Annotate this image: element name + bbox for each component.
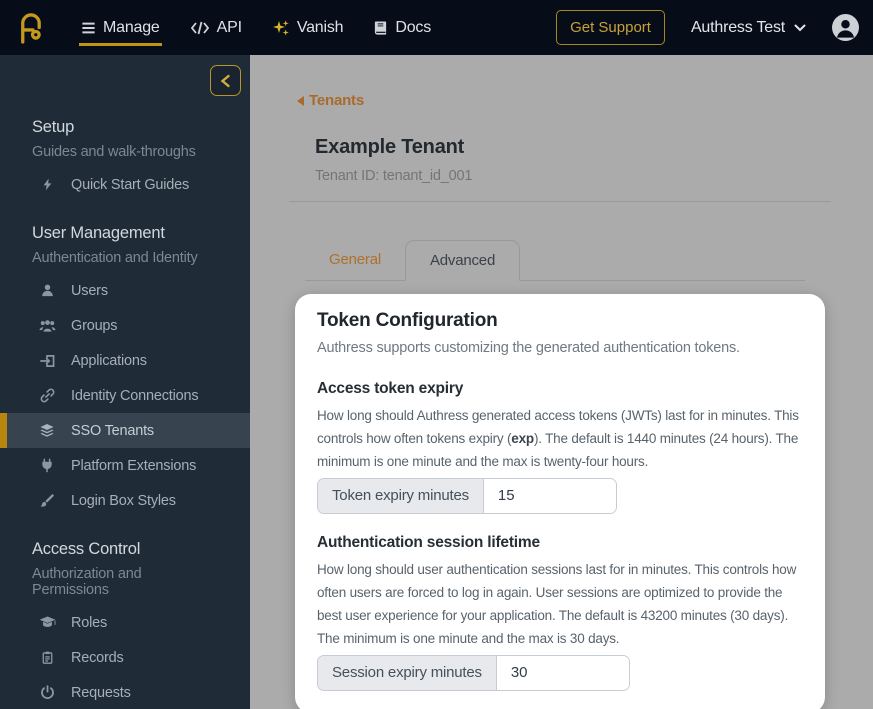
field-heading: Access token expiry xyxy=(317,380,803,398)
breadcrumb-label: Tenants xyxy=(309,92,364,109)
account-name: Authress Test xyxy=(691,19,785,37)
sparkles-icon xyxy=(272,19,290,37)
sidebar-item-login-box-styles[interactable]: Login Box Styles xyxy=(0,483,250,518)
nav-docs-label: Docs xyxy=(395,19,431,37)
sidebar-item-label: Requests xyxy=(71,685,131,701)
avatar-icon xyxy=(832,14,859,41)
layers-icon xyxy=(38,423,56,438)
main-nav: Manage API Vanish xyxy=(81,0,431,55)
code-icon xyxy=(190,21,210,35)
top-navbar: Manage API Vanish xyxy=(0,0,873,55)
sidebar-item-requests[interactable]: Requests xyxy=(0,675,250,709)
sidebar-item-label: SSO Tenants xyxy=(71,423,154,439)
sidebar-section-setup: Setup Guides and walk-throughs Quick Sta… xyxy=(0,118,250,202)
sidebar-item-label: Identity Connections xyxy=(71,388,198,404)
sidebar-item-records[interactable]: Records xyxy=(0,640,250,675)
menu-icon xyxy=(81,21,96,35)
account-menu[interactable]: Authress Test xyxy=(691,19,806,37)
nav-api-label: API xyxy=(217,19,242,37)
authress-logo[interactable] xyxy=(16,11,45,45)
field-heading: Authentication session lifetime xyxy=(317,534,803,552)
book-icon xyxy=(373,20,388,36)
field-description: How long should Authress generated acces… xyxy=(317,404,803,473)
clipboard-icon xyxy=(38,650,56,665)
user-icon xyxy=(38,283,56,298)
field-description: How long should user authentication sess… xyxy=(317,558,803,650)
get-support-button[interactable]: Get Support xyxy=(556,10,665,45)
sidebar-item-identity-connections[interactable]: Identity Connections xyxy=(0,378,250,413)
card-title: Token Configuration xyxy=(317,310,803,332)
authress-logo-icon xyxy=(16,11,45,45)
tab-bar: General Advanced xyxy=(305,240,805,281)
sidebar-item-platform-extensions[interactable]: Platform Extensions xyxy=(0,448,250,483)
sidebar-item-label: Applications xyxy=(71,353,147,369)
sidebar-item-label: Login Box Styles xyxy=(71,493,176,509)
sidebar-item-label: Groups xyxy=(71,318,117,334)
sidebar-item-label: Platform Extensions xyxy=(71,458,196,474)
back-arrow-icon xyxy=(297,96,304,106)
sidebar-item-sso-tenants[interactable]: SSO Tenants xyxy=(0,413,250,448)
breadcrumb-tenants[interactable]: Tenants xyxy=(297,92,364,109)
main-content: Tenants Example Tenant Tenant ID: tenant… xyxy=(250,55,873,709)
session-expiry-input[interactable] xyxy=(497,656,629,690)
sidebar-section-access-control: Access Control Authorization and Permiss… xyxy=(0,540,250,709)
desc-bold-text: exp xyxy=(511,431,534,446)
sidebar-section-user-management: User Management Authentication and Ident… xyxy=(0,224,250,518)
section-subtitle: Guides and walk-throughs xyxy=(0,144,250,160)
section-subtitle: Authorization and Permissions xyxy=(0,566,250,598)
nav-docs[interactable]: Docs xyxy=(373,0,431,55)
access-token-expiry-section: Access token expiry How long should Auth… xyxy=(317,380,803,534)
session-expiry-label: Session expiry minutes xyxy=(318,656,497,690)
page-title: Example Tenant xyxy=(315,136,825,159)
token-expiry-input-group: Token expiry minutes xyxy=(317,478,617,514)
card-subtitle: Authress supports customizing the genera… xyxy=(317,340,803,356)
section-subtitle: Authentication and Identity xyxy=(0,250,250,266)
sidebar-item-roles[interactable]: Roles xyxy=(0,605,250,640)
token-configuration-card: Token Configuration Authress supports cu… xyxy=(295,294,825,709)
link-icon xyxy=(38,388,56,403)
token-expiry-label: Token expiry minutes xyxy=(318,479,484,513)
graduation-cap-icon xyxy=(38,616,56,629)
power-icon xyxy=(38,685,56,700)
section-title: Access Control xyxy=(0,540,250,559)
plug-icon xyxy=(38,458,56,473)
nav-manage-label: Manage xyxy=(103,19,160,37)
sidebar-collapse-button[interactable] xyxy=(210,65,241,96)
nav-api[interactable]: API xyxy=(190,0,242,55)
nav-manage[interactable]: Manage xyxy=(81,0,160,55)
bolt-icon xyxy=(38,177,56,192)
nav-vanish[interactable]: Vanish xyxy=(272,0,344,55)
sidebar-item-quick-start-guides[interactable]: Quick Start Guides xyxy=(0,167,250,202)
chevron-left-icon xyxy=(220,74,231,88)
section-title: User Management xyxy=(0,224,250,243)
session-lifetime-section: Authentication session lifetime How long… xyxy=(317,534,803,695)
tenant-id: Tenant ID: tenant_id_001 xyxy=(315,168,825,184)
brush-icon xyxy=(38,493,56,508)
section-title: Setup xyxy=(0,118,250,137)
tab-advanced[interactable]: Advanced xyxy=(405,240,520,281)
sidebar: Setup Guides and walk-throughs Quick Sta… xyxy=(0,55,250,709)
sidebar-item-label: Quick Start Guides xyxy=(71,177,189,193)
sign-in-icon xyxy=(38,354,56,368)
divider xyxy=(289,201,831,202)
sidebar-item-label: Users xyxy=(71,283,108,299)
sidebar-item-applications[interactable]: Applications xyxy=(0,343,250,378)
token-expiry-input[interactable] xyxy=(484,479,616,513)
navbar-right: Get Support Authress Test xyxy=(556,10,859,45)
sidebar-item-label: Roles xyxy=(71,615,107,631)
avatar[interactable] xyxy=(832,14,859,41)
tab-general[interactable]: General xyxy=(305,240,405,280)
nav-vanish-label: Vanish xyxy=(297,19,344,37)
sidebar-item-users[interactable]: Users xyxy=(0,273,250,308)
sidebar-item-label: Records xyxy=(71,650,124,666)
chevron-down-icon xyxy=(794,24,806,32)
sidebar-item-groups[interactable]: Groups xyxy=(0,308,250,343)
users-icon xyxy=(38,319,56,333)
session-expiry-input-group: Session expiry minutes xyxy=(317,655,630,691)
